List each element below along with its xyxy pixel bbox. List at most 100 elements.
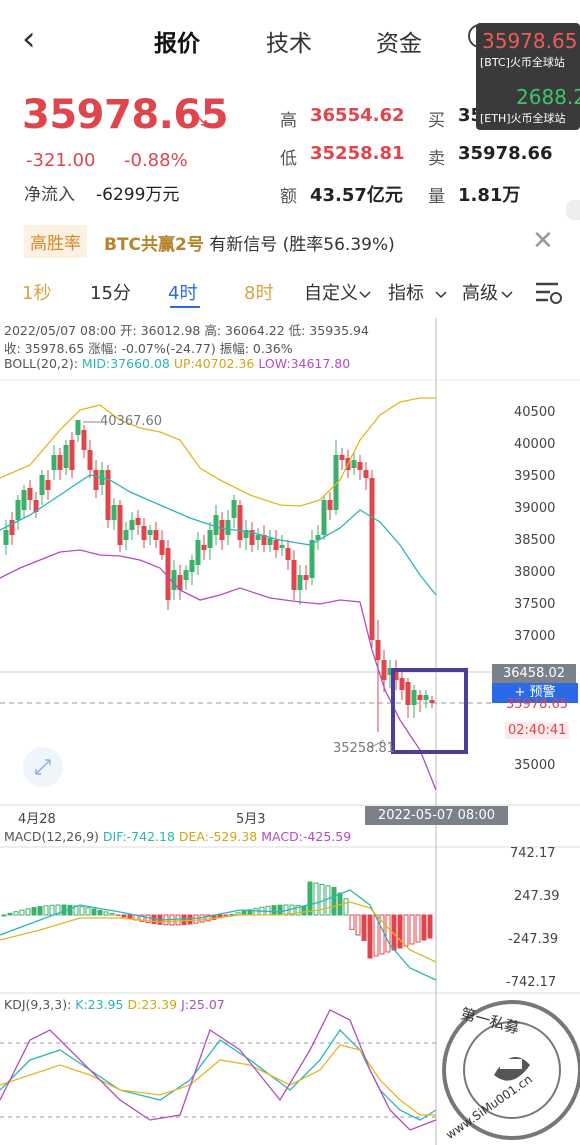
candle-body <box>375 640 381 660</box>
crosshair-price: 36458.02 <box>492 664 576 684</box>
low-marker: 35258.81 <box>333 741 396 756</box>
candle-body <box>69 440 75 470</box>
candle-body <box>327 500 333 510</box>
price-axis-label: 38000 <box>514 565 556 580</box>
macd-bar <box>325 885 331 916</box>
macd-bar <box>109 913 115 916</box>
macd-bar <box>277 904 283 916</box>
candle-body <box>3 530 9 545</box>
kdj-d: D:23.39 <box>127 997 178 1012</box>
candle-body <box>231 500 237 518</box>
candle-body <box>45 480 51 490</box>
macd-bar <box>229 913 235 916</box>
macd-bar <box>397 914 403 949</box>
macd-bar <box>79 906 85 916</box>
candle-body <box>27 488 33 500</box>
candle-body <box>117 505 123 545</box>
candle-body <box>123 530 129 540</box>
candle-body <box>321 500 327 535</box>
macd-bar <box>25 908 31 916</box>
candle-body <box>111 505 117 520</box>
candle-body <box>213 515 219 535</box>
candle-body <box>285 548 291 560</box>
kline-chart[interactable] <box>0 0 580 1145</box>
macd-dif: DIF:-742.18 <box>102 829 175 844</box>
macd-bar <box>253 907 259 916</box>
candle-body <box>129 520 135 530</box>
macd-bar <box>97 909 103 916</box>
candle-body <box>93 470 99 490</box>
kdj-j: J:25.07 <box>181 997 225 1012</box>
candle-body <box>267 538 273 545</box>
date-label-1: 4月28 <box>18 812 56 827</box>
kdj-legend: KDJ(9,3,3): K:23.95 D:23.39 J:25.07 <box>4 997 225 1012</box>
macd-bar <box>343 898 349 916</box>
price-axis-label: 37500 <box>514 597 556 612</box>
price-axis-label: 40500 <box>514 405 556 420</box>
macd-bar <box>13 911 19 916</box>
macd-bar <box>403 914 409 947</box>
macd-legend: MACD(12,26,9) DIF:-742.18 DEA:-529.38 MA… <box>4 829 351 844</box>
candle-body <box>363 470 369 478</box>
price-axis-label: 37000 <box>514 629 556 644</box>
macd-bar <box>427 914 433 939</box>
crosshair-date: 2022-05-07 08:00 <box>365 806 508 825</box>
macd-axis-3: -247.39 <box>508 932 559 947</box>
macd-bar <box>31 907 37 916</box>
candle-body <box>237 505 243 540</box>
candle-body <box>225 520 231 535</box>
macd-bar <box>127 914 133 920</box>
candle-body <box>135 518 141 525</box>
macd-bar <box>301 905 307 916</box>
candle-body <box>423 695 429 700</box>
candle-body <box>309 540 315 578</box>
macd-bar <box>67 904 73 916</box>
candle-body <box>369 478 375 640</box>
candle-body <box>147 530 153 535</box>
candle-body <box>219 520 225 540</box>
macd-bar <box>49 904 55 916</box>
candle-body <box>399 678 405 690</box>
candle-body <box>81 430 87 450</box>
candle-body <box>357 462 363 470</box>
macd-bar <box>409 914 415 945</box>
candle-body <box>255 535 261 540</box>
macd-bar <box>1 914 7 917</box>
candle-body <box>279 545 285 548</box>
candle-body <box>63 445 69 468</box>
macd-bar <box>181 914 187 926</box>
candle-body <box>297 575 303 590</box>
macd-axis-2: 247.39 <box>514 889 560 904</box>
candle-body <box>207 530 213 548</box>
candle-body <box>57 455 63 470</box>
candle-body <box>339 455 345 460</box>
price-axis-label: 39500 <box>514 469 556 484</box>
macd-bar <box>103 911 109 916</box>
macd-bar <box>7 912 13 916</box>
candle-body <box>195 540 201 565</box>
macd-dea: DEA:-529.38 <box>178 829 258 844</box>
macd-bar <box>37 906 43 916</box>
macd-bar <box>361 914 367 941</box>
candle-body <box>411 690 417 705</box>
price-axis-label: 40000 <box>514 437 556 452</box>
macd-axis-4: -742.17 <box>506 975 557 990</box>
macd-bar <box>85 907 91 916</box>
candle-body <box>201 545 207 550</box>
macd-bar <box>91 908 97 916</box>
candle-body <box>417 695 423 700</box>
candle-body <box>51 455 57 470</box>
candle-body <box>153 530 159 540</box>
candle-body <box>429 700 435 703</box>
macd-bar <box>187 914 193 925</box>
countdown-tag: 02:40:41 <box>505 722 570 739</box>
macd-bar <box>193 914 199 924</box>
candle-body <box>75 420 81 435</box>
macd-bar <box>271 905 277 916</box>
macd-bar <box>331 886 337 916</box>
candle-body <box>303 575 309 580</box>
candle-body <box>273 540 279 550</box>
macd-bar <box>421 914 427 941</box>
macd-bar <box>121 914 127 918</box>
macd-bar <box>415 914 421 943</box>
